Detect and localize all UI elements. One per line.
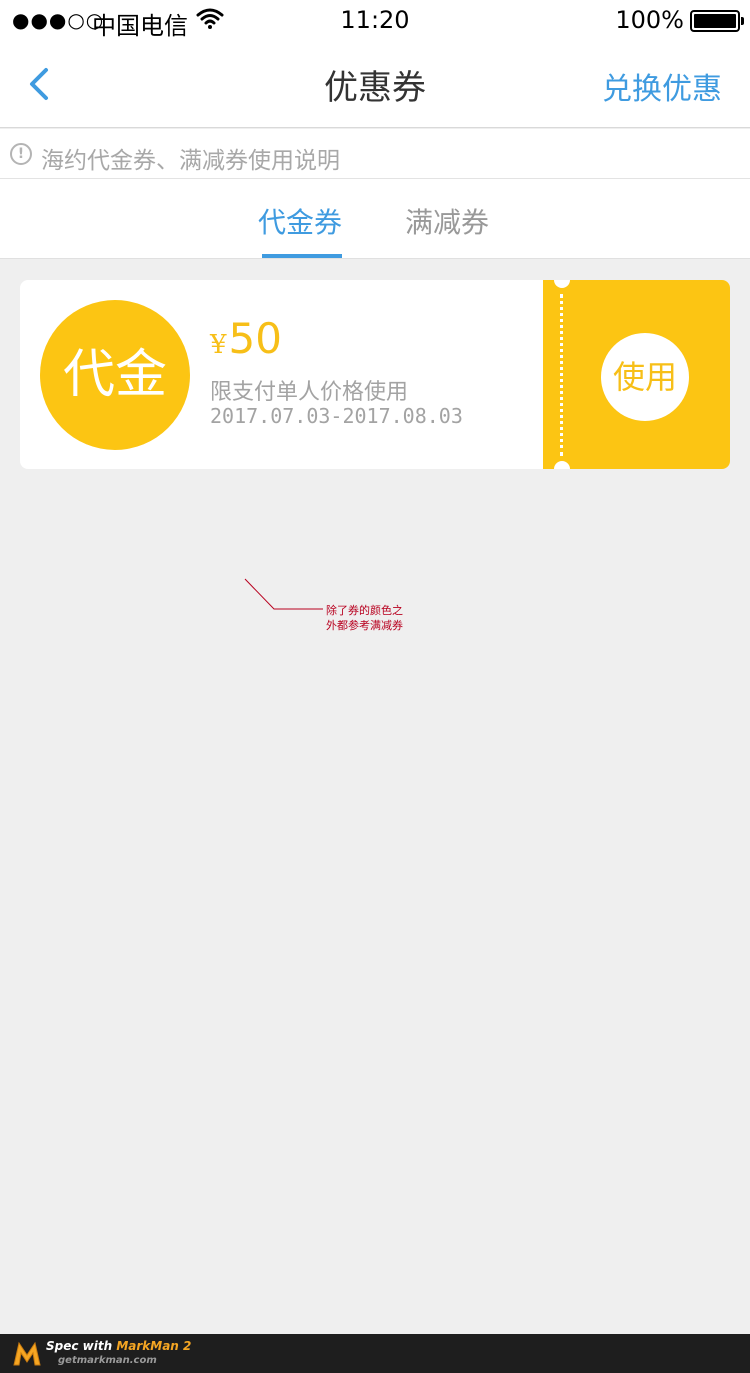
currency-symbol: ¥ (210, 330, 227, 360)
coupon-description: 限支付单人价格使用 (210, 380, 409, 405)
annotation-line-1: 除了券的颜色之 (326, 604, 403, 617)
markman-footer: Spec with MarkMan 2 getmarkman.com (0, 1334, 750, 1373)
status-bar: ●●●○○ 中国电信 11:20 100% (0, 0, 750, 40)
footer-brand: MarkMan 2 (116, 1339, 192, 1353)
annotation-line-2: 外都参考满减券 (326, 619, 403, 632)
footer-site: getmarkman.com (58, 1355, 157, 1366)
usage-instructions-link[interactable]: ! 海约代金券、满减券使用说明 (0, 129, 750, 179)
coupon-validity: 2017.07.03-2017.08.03 (210, 404, 463, 428)
coupon-type-badge: 代金 (40, 300, 190, 450)
perforation-divider (560, 294, 563, 456)
use-coupon-button[interactable]: 使用 (601, 333, 689, 421)
coupon-page: ●●●○○ 中国电信 11:20 100% 优惠券 兑换优惠 ! 海约代金券、满… (0, 0, 750, 1373)
redeem-button[interactable]: 兑换优惠 (602, 64, 722, 108)
design-annotation: 除了券的颜色之 外都参考满减券 (326, 603, 403, 633)
coupon-amount: ¥50 (210, 314, 282, 363)
battery-percentage: 100% (615, 6, 684, 34)
coupon-card: 代金 ¥50 限支付单人价格使用 2017.07.03-2017.08.03 使… (20, 280, 730, 469)
active-tab-indicator (262, 254, 342, 258)
markman-logo-icon (13, 1341, 41, 1366)
coupon-type-tabs: 代金券 满减券 (0, 179, 750, 259)
footer-spec-prefix: Spec with (46, 1339, 117, 1353)
info-icon: ! (10, 143, 32, 165)
footer-spec-text: Spec with MarkMan 2 (46, 1339, 191, 1353)
usage-instructions-text: 海约代金券、满减券使用说明 (41, 148, 340, 174)
battery-icon (690, 10, 744, 32)
annotation-leader-line (244, 578, 323, 610)
navigation-bar: 优惠券 兑换优惠 (0, 40, 750, 128)
tab-discount-voucher[interactable]: 满减券 (405, 201, 489, 241)
tab-cash-voucher[interactable]: 代金券 (258, 201, 342, 241)
coupon-value: 50 (228, 314, 282, 363)
